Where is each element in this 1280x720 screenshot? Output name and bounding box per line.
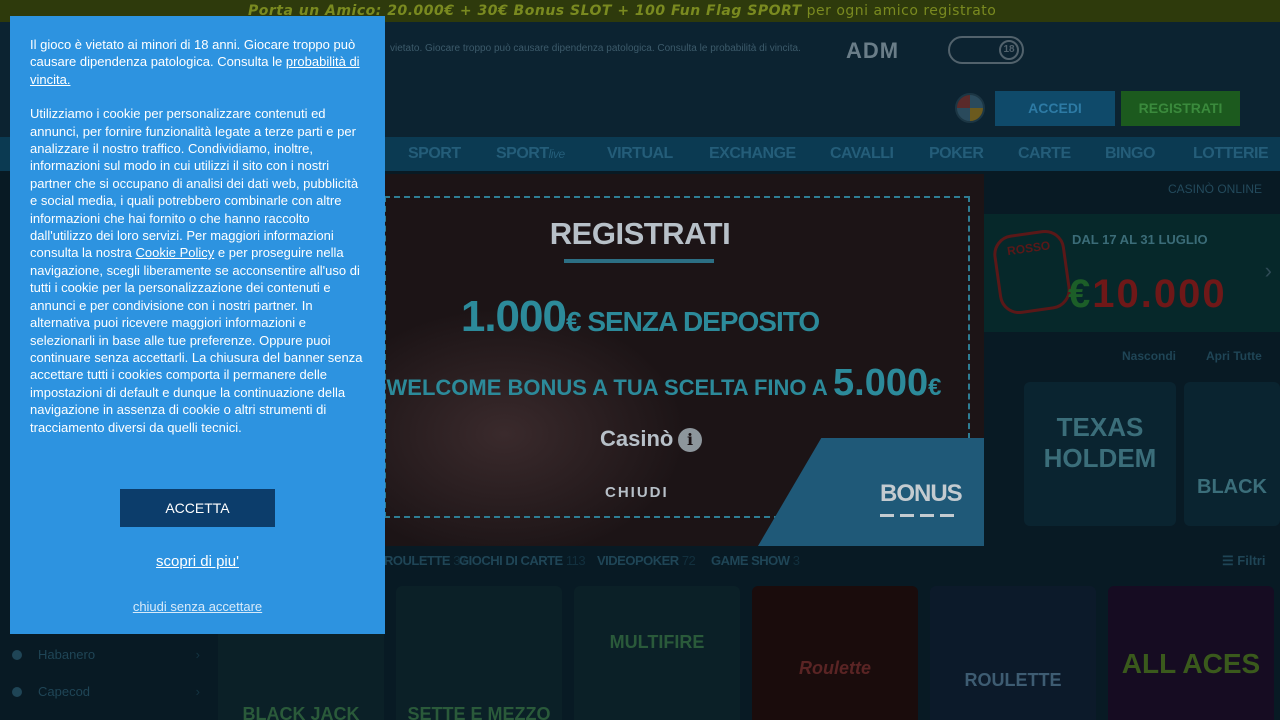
banner-amount-value: 10.000 (1092, 272, 1227, 316)
modal-close-button[interactable]: CHIUDI (605, 484, 669, 501)
game-card[interactable]: MULTIFIRE (574, 586, 740, 720)
no-deposit-bonus: 1.000€ SENZA DEPOSITO (384, 292, 896, 342)
nav-virtual[interactable]: VIRTUAL (607, 137, 673, 171)
nav-poker[interactable]: POKER (929, 137, 984, 171)
age-badge-number: 18 (999, 40, 1019, 60)
login-button[interactable]: ACCEDI (995, 91, 1115, 126)
nav-lotterie[interactable]: LOTTERIE (1193, 137, 1269, 171)
header-warning: vietato. Giocare troppo può causare dipe… (390, 43, 801, 54)
nav-sport-live-label: SPORT (496, 145, 549, 162)
learn-more-link[interactable]: scopri di piu' (10, 553, 385, 570)
bonus-corner-label[interactable]: BONUS (880, 480, 963, 508)
promo-banner[interactable]: ROSSO DAL 17 AL 31 LUGLIO €10.000 › (984, 214, 1280, 332)
info-icon[interactable]: i (678, 428, 702, 452)
category-tab[interactable]: VIDEOPOKER 72 (597, 553, 696, 568)
nav-live-suffix: live (548, 147, 566, 161)
cookie-banner: Il gioco è vietato ai minori di 18 anni.… (10, 16, 385, 634)
welcome-amount: 5.000 (833, 362, 929, 404)
featured-tile-title: TEXAS HOLDEM (1043, 412, 1157, 473)
chevron-right-icon[interactable]: › (1265, 258, 1272, 284)
casino-option[interactable]: Casinò (600, 426, 673, 452)
category-count: 72 (681, 553, 696, 568)
featured-tile[interactable]: BLACK (1184, 382, 1280, 526)
nav-cavalli[interactable]: CAVALLI (830, 137, 894, 171)
filter-button[interactable]: ☰ Filtri (1222, 553, 1265, 569)
banner-date: DAL 17 AL 31 LUGLIO (1072, 232, 1208, 247)
adm-logo: ADM (846, 38, 900, 63)
category-tab[interactable]: GAME SHOW 3 (711, 553, 800, 568)
nav-carte[interactable]: CARTE (1018, 137, 1071, 171)
sidebar-item-provider[interactable]: Capecod (0, 675, 210, 709)
game-card[interactable]: ALL ACES (1108, 586, 1274, 720)
hide-link[interactable]: Nascondi (1122, 349, 1176, 363)
welcome-text: WELCOME BONUS A TUA SCELTA FINO A (386, 375, 834, 400)
category-name: VIDEOPOKER (597, 553, 679, 568)
nav-sport[interactable]: SPORT (408, 137, 461, 171)
game-title: ALL ACES (1121, 648, 1261, 679)
register-button[interactable]: REGISTRATI (1121, 91, 1240, 126)
cookie-text-before: Utilizziamo i cookie per personalizzare … (30, 106, 359, 261)
open-all-link[interactable]: Apri Tutte (1206, 349, 1262, 363)
no-deposit-suffix: € SENZA DEPOSITO (565, 306, 820, 337)
game-title: Roulette (799, 658, 871, 678)
cookie-text-after: e per proseguire nella navigazione, sceg… (30, 245, 363, 435)
category-count: 3 (792, 553, 800, 568)
accept-cookies-button[interactable]: ACCETTA (120, 489, 275, 527)
age-badge: 18 (948, 36, 1024, 64)
game-card[interactable]: SETTE E MEZZO (396, 586, 562, 720)
category-name: ROULETTE (384, 553, 451, 568)
game-title: ROULETTE (964, 670, 1062, 690)
modal-title: REGISTRATI (549, 216, 731, 251)
featured-tile[interactable]: TEXAS HOLDEM (1024, 382, 1176, 526)
banner-amount: €10.000 (1068, 272, 1227, 317)
featured-tile-title: BLACK (1197, 476, 1267, 498)
nav-bingo[interactable]: BINGO (1105, 137, 1155, 171)
nav-exchange[interactable]: EXCHANGE (709, 137, 796, 171)
welcome-suffix: € (928, 374, 942, 401)
nav-sport-live[interactable]: SPORTlive (496, 137, 565, 171)
language-globe-icon[interactable] (955, 93, 985, 123)
game-card[interactable]: Roulette (752, 586, 918, 720)
provider-label: Habanero (38, 647, 96, 662)
game-card[interactable]: ROULETTE (930, 586, 1096, 720)
category-name: GAME SHOW (711, 553, 790, 568)
sidebar-item-provider[interactable]: Habanero (0, 638, 210, 672)
bonus-corner-dashes (880, 514, 958, 517)
category-name: GIOCHI DI CARTE (459, 553, 563, 568)
modal-title-underline (564, 259, 714, 263)
filter-icon: ☰ (1222, 553, 1238, 568)
welcome-bonus: WELCOME BONUS A TUA SCELTA FINO A 5.000€ (384, 362, 944, 405)
category-count: 113 (565, 553, 586, 568)
filter-label: Filtri (1237, 553, 1266, 568)
game-title: BLACK JACK (242, 704, 360, 720)
category-tab[interactable]: GIOCHI DI CARTE 113 (459, 553, 586, 568)
banner-logo: ROSSO (990, 227, 1074, 317)
promo-rest: per ogni amico registrato (801, 3, 997, 19)
game-title: SETTE E MEZZO (407, 704, 551, 720)
section-label: CASINÒ ONLINE (1168, 182, 1263, 196)
provider-label: Capecod (38, 684, 91, 699)
close-without-accepting-link[interactable]: chiudi senza accettare (10, 599, 385, 614)
cookie-policy-text: Utilizziamo i cookie per personalizzare … (30, 105, 365, 436)
registration-modal: REGISTRATI 1.000€ SENZA DEPOSITO WELCOME… (384, 174, 984, 546)
age-warning-text: Il gioco è vietato ai minori di 18 anni.… (30, 36, 365, 88)
no-deposit-amount: 1.000 (460, 292, 567, 341)
cookie-policy-link[interactable]: Cookie Policy (136, 245, 215, 260)
category-tab[interactable]: ROULETTE 37 (384, 553, 467, 568)
banner-amount-prefix: € (1068, 272, 1093, 316)
game-title: MULTIFIRE (609, 632, 705, 652)
